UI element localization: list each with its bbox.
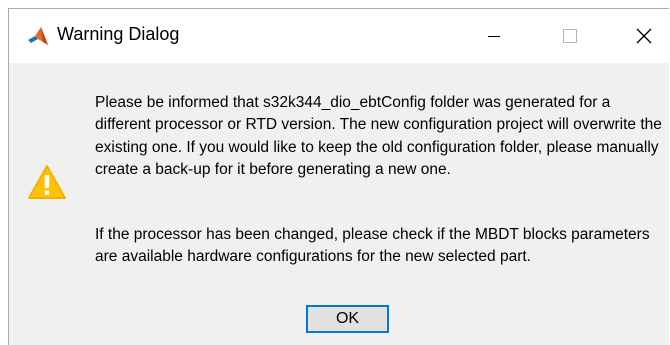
minimize-icon <box>488 36 500 37</box>
warning-dialog-window: Warning Dialog Please be informed that s… <box>8 8 669 345</box>
title-bar[interactable]: Warning Dialog <box>9 9 669 63</box>
dialog-body: Please be informed that s32k344_dio_ebtC… <box>9 63 669 345</box>
message-paragraph-1: Please be informed that s32k344_dio_ebtC… <box>95 94 662 178</box>
close-button[interactable] <box>621 9 667 63</box>
close-icon <box>636 28 652 44</box>
maximize-button[interactable] <box>547 9 593 63</box>
message-paragraph-2: If the processor has been changed, pleas… <box>95 226 650 266</box>
warning-icon <box>28 165 66 199</box>
minimize-button[interactable] <box>471 9 517 63</box>
window-title: Warning Dialog <box>57 24 180 44</box>
matlab-icon <box>27 25 49 47</box>
maximize-icon <box>563 29 577 43</box>
ok-button[interactable]: OK <box>306 305 389 333</box>
